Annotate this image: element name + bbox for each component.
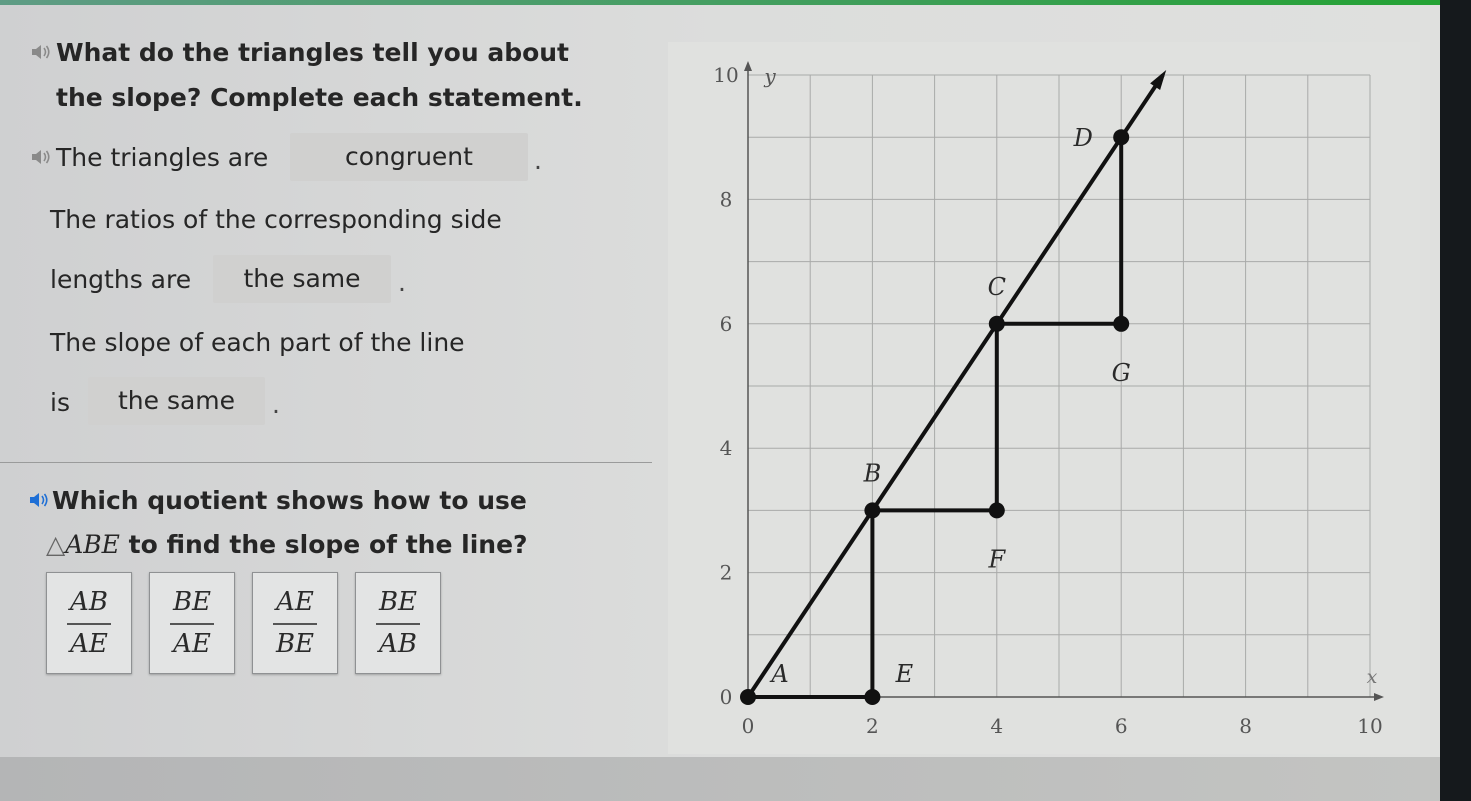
axes: 0 2 4 6 8 10 0 2 4 6 8 10 x y xyxy=(713,61,1384,738)
point-g xyxy=(1113,315,1130,332)
point-c xyxy=(988,315,1005,332)
point-label-e: E xyxy=(895,660,914,688)
point-label-f: F xyxy=(987,545,1006,573)
point-label-a: A xyxy=(769,660,788,688)
y-tick-label: 10 xyxy=(713,63,738,87)
y-axis-arrow xyxy=(744,61,752,71)
x-tick-label: 2 xyxy=(866,714,879,738)
x-axis-arrow xyxy=(1374,693,1384,701)
triangles xyxy=(746,70,1167,699)
coordinate-graph: 0 2 4 6 8 10 0 2 4 6 8 10 x y A B C D E F G xyxy=(713,61,1384,738)
y-tick-label: 2 xyxy=(720,561,733,585)
point-a xyxy=(740,689,756,705)
point-label-g: G xyxy=(1112,359,1131,387)
y-tick-label: 0 xyxy=(720,685,733,709)
x-axis-label: x xyxy=(1367,666,1378,688)
x-tick-label: 6 xyxy=(1115,714,1128,738)
point-label-c: C xyxy=(988,273,1006,301)
point-b xyxy=(864,502,881,519)
y-axis-label: y xyxy=(763,64,776,88)
point-label-b: B xyxy=(863,459,882,487)
y-tick-label: 6 xyxy=(720,312,733,336)
grid xyxy=(748,74,1371,697)
y-tick-label: 4 xyxy=(720,436,733,460)
x-tick-label: 4 xyxy=(990,714,1003,738)
point-f xyxy=(988,502,1005,519)
point-label-d: D xyxy=(1073,124,1093,152)
x-tick-label: 10 xyxy=(1357,714,1382,738)
point-e xyxy=(864,689,881,705)
point-d xyxy=(1113,129,1130,146)
x-tick-label: 8 xyxy=(1239,714,1252,738)
y-tick-label: 8 xyxy=(720,187,733,211)
x-tick-label: 0 xyxy=(742,714,755,738)
